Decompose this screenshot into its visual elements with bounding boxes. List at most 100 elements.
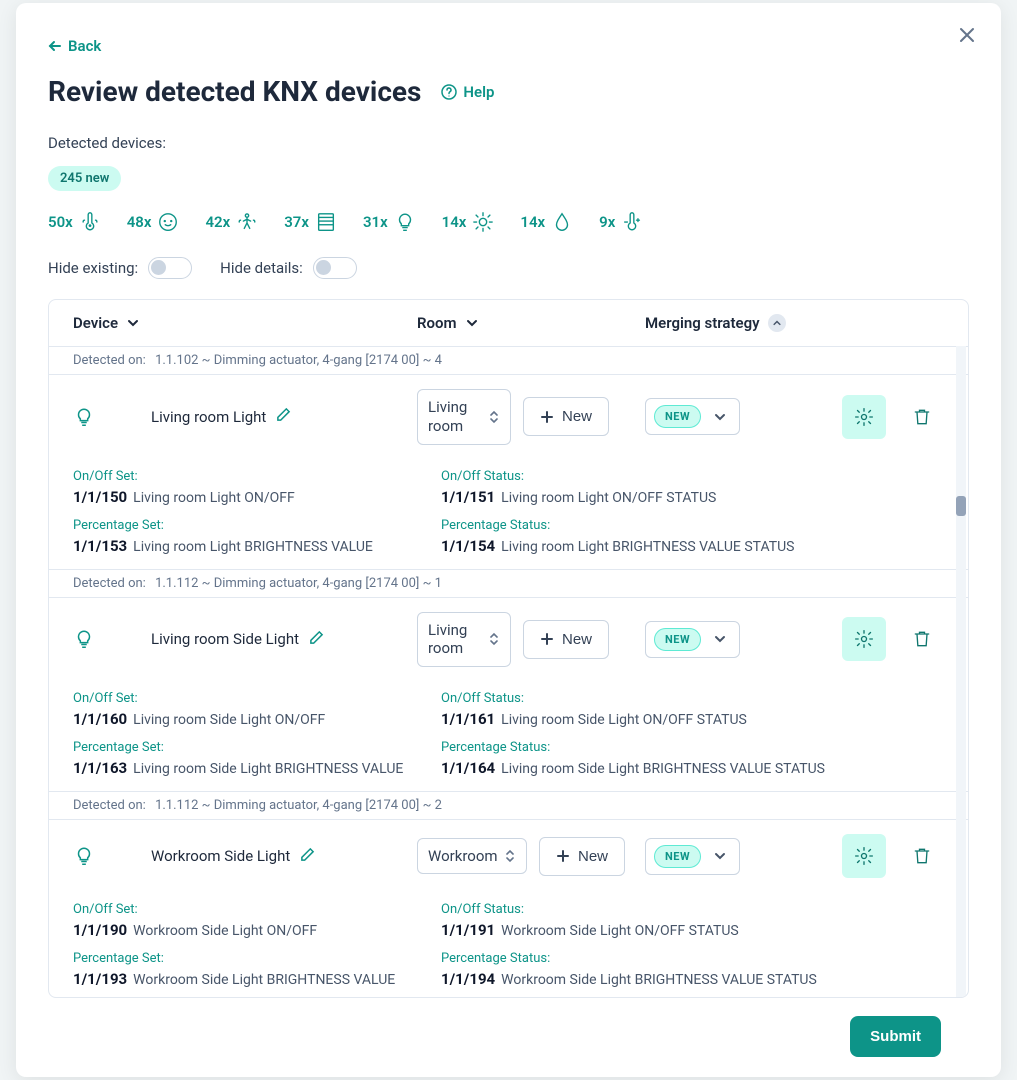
- detail-address: 1/1/161: [441, 710, 495, 728]
- submit-button[interactable]: Submit: [850, 1016, 941, 1057]
- room-select[interactable]: Workroom: [417, 838, 527, 875]
- detected-devices-label: Detected devices:: [48, 134, 969, 152]
- type-count-motion[interactable]: 42x: [205, 211, 258, 233]
- detail-desc: Living room Side Light BRIGHTNESS VALUE: [133, 761, 403, 777]
- device-row: Living room Light Living room: [49, 374, 968, 459]
- delete-button[interactable]: [900, 834, 944, 878]
- hide-existing-label: Hide existing:: [48, 259, 138, 277]
- delete-button[interactable]: [900, 395, 944, 439]
- help-link[interactable]: Help: [441, 83, 494, 101]
- settings-button[interactable]: [842, 395, 886, 439]
- edit-name-button[interactable]: [300, 847, 315, 866]
- bulb-icon: [73, 628, 95, 650]
- room-select[interactable]: Living room: [417, 612, 511, 668]
- type-count-temp-adjust[interactable]: 9x: [599, 211, 643, 233]
- device-details: On/Off Set: 1/1/190Workroom Side Light O…: [49, 892, 968, 997]
- detail-address: 1/1/151: [441, 488, 495, 506]
- detail-label: Percentage Status:: [441, 740, 944, 755]
- hide-existing-toggle[interactable]: [148, 257, 192, 279]
- device-details: On/Off Set: 1/1/150Living room Light ON/…: [49, 459, 968, 569]
- detail-label: On/Off Status:: [441, 469, 944, 484]
- detail-desc: Living room Side Light BRIGHTNESS VALUE …: [501, 761, 825, 777]
- arrow-left-icon: [48, 39, 62, 53]
- detail-label: On/Off Status:: [441, 902, 944, 917]
- close-button[interactable]: [953, 21, 981, 49]
- drop-icon: [551, 211, 573, 233]
- edit-name-button[interactable]: [309, 630, 324, 649]
- scrollbar-thumb[interactable]: [956, 496, 966, 516]
- detail-address: 1/1/193: [73, 970, 127, 988]
- type-count-value: 9x: [599, 213, 615, 231]
- detail-label: On/Off Status:: [441, 691, 944, 706]
- detail-label: Percentage Set:: [73, 518, 441, 533]
- type-count-thermometer[interactable]: 50x: [48, 211, 101, 233]
- delete-button[interactable]: [900, 617, 944, 661]
- detail-address: 1/1/164: [441, 759, 495, 777]
- detected-on-row: Detected on: 1.1.112 ~ Dimming actuator,…: [49, 791, 968, 819]
- detected-on-row: Detected on: 1.1.102 ~ Dimming actuator,…: [49, 346, 968, 374]
- merge-chip: NEW: [654, 845, 701, 868]
- detail-desc: Workroom Side Light BRIGHTNESS VALUE: [133, 972, 395, 988]
- help-icon: [441, 84, 457, 100]
- back-label: Back: [68, 37, 101, 55]
- motion-icon: [236, 211, 258, 233]
- edit-name-button[interactable]: [276, 407, 291, 426]
- new-room-button[interactable]: New: [539, 837, 625, 876]
- detail-desc: Workroom Side Light BRIGHTNESS VALUE STA…: [501, 972, 817, 988]
- new-room-button[interactable]: New: [523, 397, 609, 436]
- hide-details-toggle[interactable]: [313, 257, 357, 279]
- column-header-device[interactable]: Device: [73, 314, 417, 332]
- detail-desc: Living room Light ON/OFF: [133, 490, 295, 506]
- merge-strategy-select[interactable]: NEW: [645, 838, 740, 875]
- merge-strategy-select[interactable]: NEW: [645, 621, 740, 658]
- settings-button[interactable]: [842, 834, 886, 878]
- pencil-icon: [276, 407, 291, 422]
- trash-icon: [912, 629, 932, 649]
- hide-details-label: Hide details:: [220, 259, 303, 277]
- settings-button[interactable]: [842, 617, 886, 661]
- detail-desc: Living room Light BRIGHTNESS VALUE: [133, 539, 373, 555]
- plus-icon: [556, 849, 570, 863]
- chevron-updown-icon: [488, 631, 500, 647]
- type-count-bulb[interactable]: 31x: [363, 211, 416, 233]
- pencil-icon: [300, 847, 315, 862]
- type-count-value: 14x: [520, 213, 545, 231]
- page-title: Review detected KNX devices: [48, 75, 421, 108]
- type-count-value: 14x: [442, 213, 467, 231]
- new-room-button[interactable]: New: [523, 620, 609, 659]
- detail-desc: Living room Side Light ON/OFF STATUS: [501, 712, 747, 728]
- room-select[interactable]: Living room: [417, 389, 511, 445]
- detected-on-value: 1.1.112 ~ Dimming actuator, 4-gang [2174…: [155, 576, 442, 591]
- detail-address: 1/1/191: [441, 921, 495, 939]
- plus-icon: [540, 632, 554, 646]
- scrollbar-track[interactable]: [956, 346, 966, 997]
- merge-strategy-select[interactable]: NEW: [645, 398, 740, 435]
- type-count-blinds[interactable]: 37x: [284, 211, 337, 233]
- thermometer-icon: [79, 211, 101, 233]
- column-header-strategy[interactable]: Merging strategy: [645, 314, 944, 332]
- detail-label: On/Off Set:: [73, 902, 441, 917]
- detail-label: On/Off Set:: [73, 691, 441, 706]
- type-count-sun[interactable]: 14x: [442, 211, 495, 233]
- device-details: On/Off Set: 1/1/160Living room Side Ligh…: [49, 681, 968, 791]
- back-link[interactable]: Back: [48, 37, 969, 55]
- bulb-icon: [394, 211, 416, 233]
- type-count-sensor[interactable]: 48x: [127, 211, 180, 233]
- device-row: Living room Side Light Living room: [49, 597, 968, 682]
- detail-desc: Living room Side Light ON/OFF: [133, 712, 325, 728]
- type-count-value: 42x: [205, 213, 230, 231]
- blinds-icon: [315, 211, 337, 233]
- column-header-room[interactable]: Room: [417, 314, 645, 332]
- detail-address: 1/1/194: [441, 970, 495, 988]
- detail-label: Percentage Set:: [73, 951, 441, 966]
- trash-icon: [912, 846, 932, 866]
- sun-icon: [472, 211, 494, 233]
- type-count-drop[interactable]: 14x: [520, 211, 573, 233]
- review-knx-modal: Back Review detected KNX devices Help De…: [16, 3, 1001, 1077]
- chevron-updown-icon: [488, 409, 500, 425]
- devices-table: Device Room Merging strategy: [48, 299, 969, 998]
- detail-label: Percentage Status:: [441, 518, 944, 533]
- detail-address: 1/1/150: [73, 488, 127, 506]
- merge-chip: NEW: [654, 628, 701, 651]
- detail-desc: Living room Light ON/OFF STATUS: [501, 490, 716, 506]
